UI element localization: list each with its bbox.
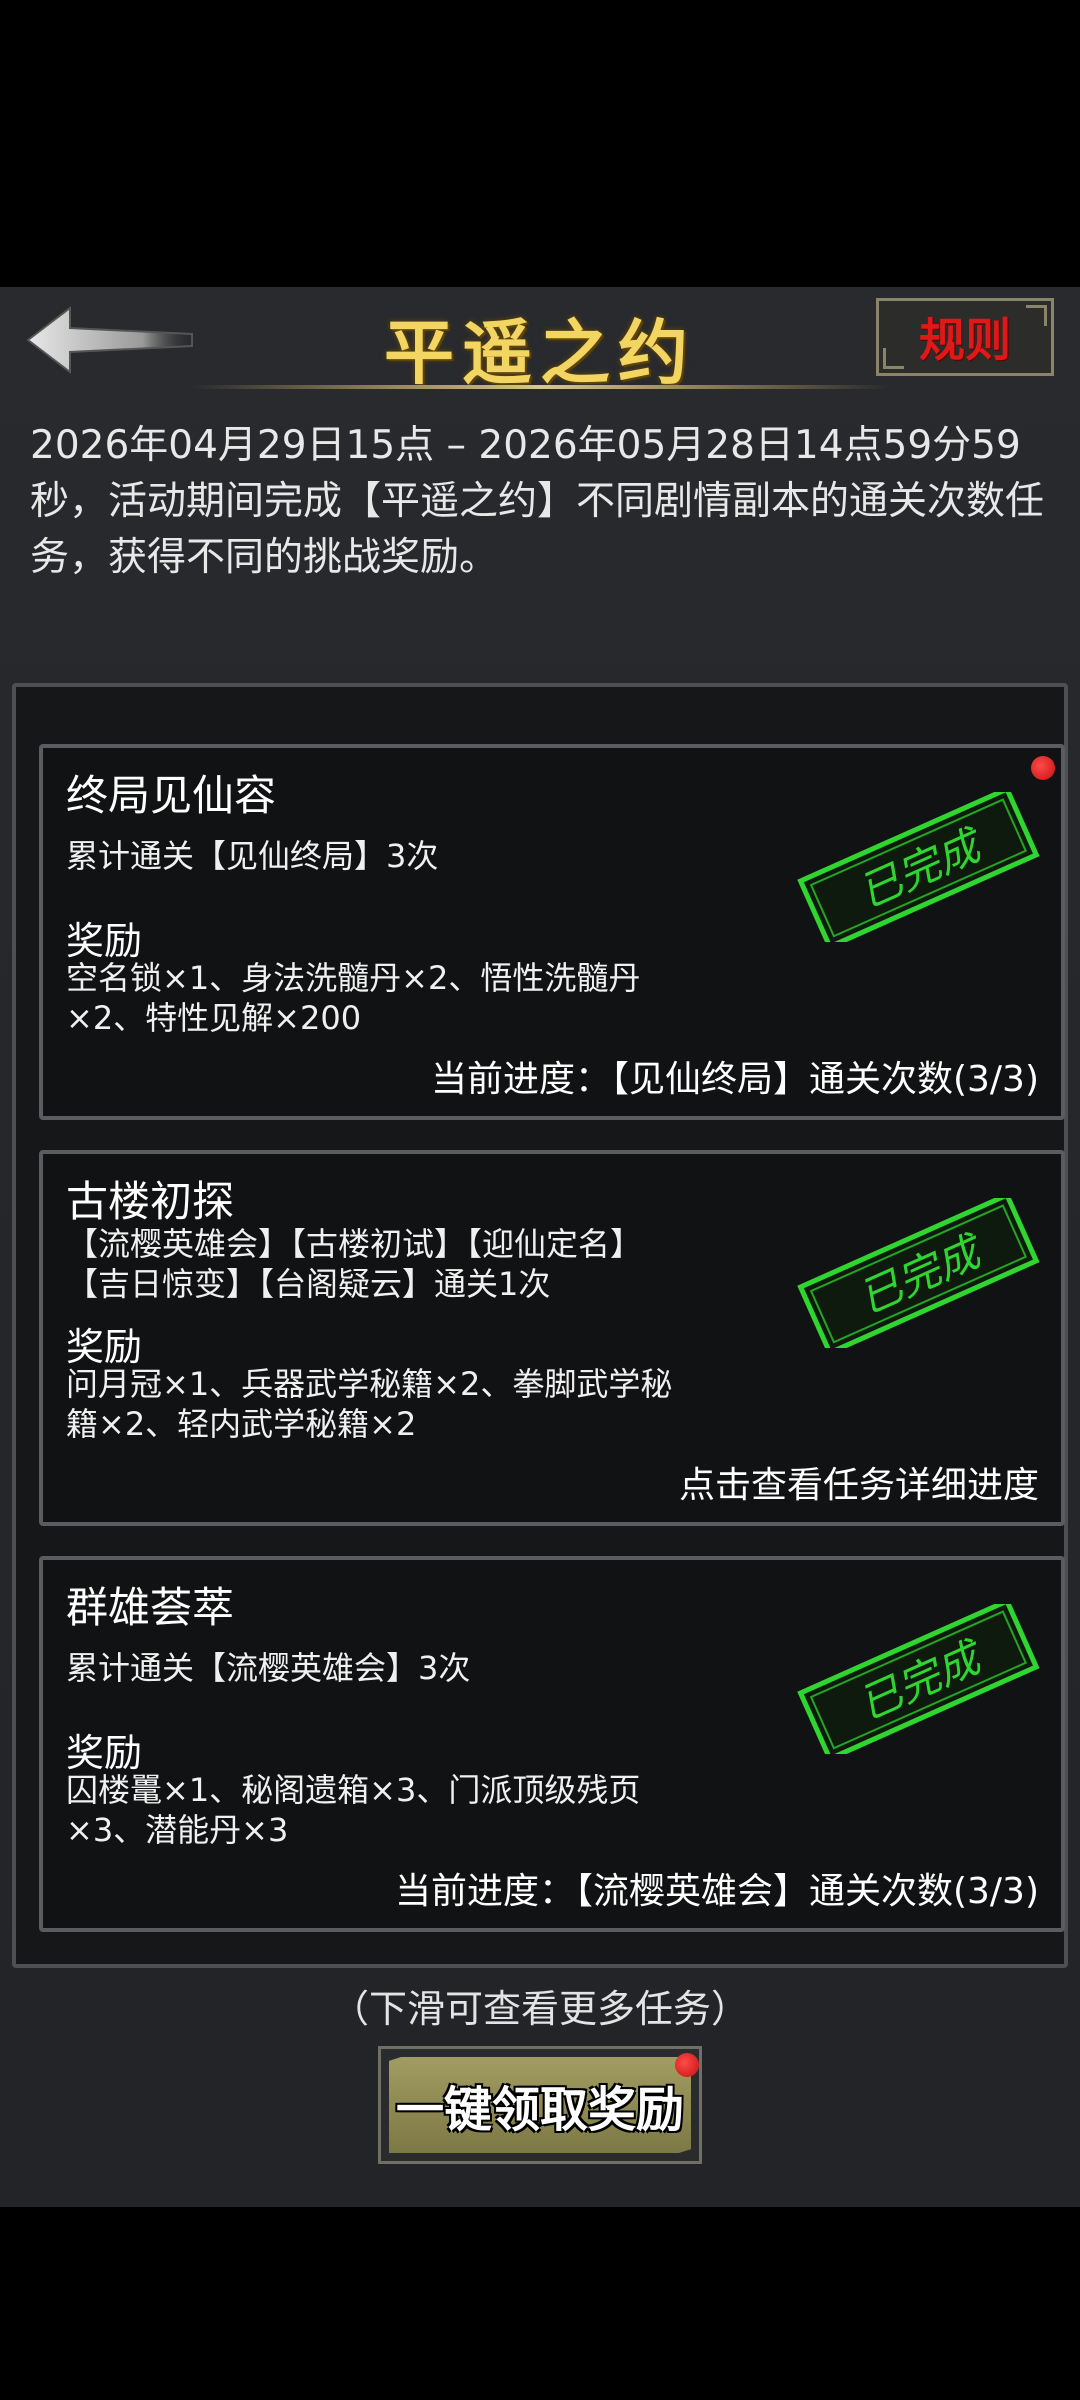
notification-dot (1031, 756, 1055, 780)
reward-heading: 奖励 (66, 919, 143, 963)
back-arrow-icon (26, 305, 193, 375)
reward-line: 空名锁×1、身法洗髓丹×2、悟性洗髓丹 (66, 959, 641, 997)
claim-button-label: 一键领取奖励 (395, 2082, 684, 2138)
reward-list: 问月冠×1、兵器武学秘籍×2、拳脚武学秘 籍×2、轻内武学秘籍×2 (66, 1364, 706, 1444)
task-card[interactable]: 古楼初探 【流樱英雄会】【古楼初试】【迎仙定名】 【吉日惊变】【台阁疑云】通关1… (39, 1150, 1065, 1526)
reward-line: 问月冠×1、兵器武学秘籍×2、拳脚武学秘 (66, 1365, 673, 1403)
reward-list: 空名锁×1、身法洗髓丹×2、悟性洗髓丹 ×2、特性见解×200 (66, 958, 706, 1038)
scroll-hint: （下滑可查看更多任务） (330, 1987, 749, 2031)
task-progress: 当前进度：【流樱英雄会】通关次数(3/3) (394, 1871, 1039, 1912)
reward-line: 囚楼鼍×1、秘阁遗箱×3、门派顶级残页 (66, 1771, 641, 1809)
rules-label: 规则 (919, 313, 1011, 367)
rules-button[interactable]: 规则 (876, 298, 1054, 376)
task-list-panel[interactable]: 终局见仙容 累计通关【见仙终局】3次 奖励 空名锁×1、身法洗髓丹×2、悟性洗髓… (12, 683, 1068, 1968)
claim-all-rewards-button[interactable]: 一键领取奖励 (378, 2046, 702, 2164)
task-title: 终局见仙容 (66, 771, 277, 820)
page-title: 平遥之约 (384, 311, 696, 394)
reward-line: ×2、特性见解×200 (66, 999, 362, 1037)
task-requirement: 【流樱英雄会】【古楼初试】【迎仙定名】 【吉日惊变】【台阁疑云】通关1次 (66, 1224, 642, 1304)
notification-dot (675, 2053, 699, 2077)
completed-stamp: 已完成 (797, 1198, 1040, 1348)
task-requirement: 累计通关【见仙终局】3次 (66, 837, 439, 875)
task-detail-link[interactable]: 点击查看任务详细进度 (679, 1456, 1039, 1508)
completed-stamp: 已完成 (797, 792, 1040, 942)
task-progress: 当前进度：【见仙终局】通关次数(3/3) (430, 1059, 1039, 1100)
task-title: 古楼初探 (66, 1177, 235, 1226)
task-requirement: 累计通关【流樱英雄会】3次 (66, 1649, 471, 1687)
reward-heading: 奖励 (66, 1325, 143, 1369)
reward-list: 囚楼鼍×1、秘阁遗箱×3、门派顶级残页 ×3、潜能丹×3 (66, 1770, 706, 1850)
reward-line: ×3、潜能丹×3 (66, 1811, 289, 1849)
claim-button-face: 一键领取奖励 (389, 2057, 691, 2153)
title-area: 平遥之约 (190, 293, 890, 403)
requirement-line: 【流樱英雄会】【古楼初试】【迎仙定名】 (66, 1225, 643, 1263)
task-title: 群雄荟萃 (66, 1583, 235, 1632)
task-card[interactable]: 终局见仙容 累计通关【见仙终局】3次 奖励 空名锁×1、身法洗髓丹×2、悟性洗髓… (39, 744, 1065, 1120)
back-button[interactable] (24, 300, 194, 380)
reward-heading: 奖励 (66, 1731, 143, 1775)
requirement-line: 【吉日惊变】【台阁疑云】通关1次 (66, 1265, 551, 1303)
reward-line: 籍×2、轻内武学秘籍×2 (66, 1405, 417, 1443)
title-underline (190, 385, 890, 389)
event-description: 2026年04月29日15点 – 2026年05月28日14点59分59秒，活动… (30, 423, 1045, 580)
completed-stamp: 已完成 (797, 1604, 1040, 1754)
task-card[interactable]: 群雄荟萃 累计通关【流樱英雄会】3次 奖励 囚楼鼍×1、秘阁遗箱×3、门派顶级残… (39, 1556, 1065, 1932)
